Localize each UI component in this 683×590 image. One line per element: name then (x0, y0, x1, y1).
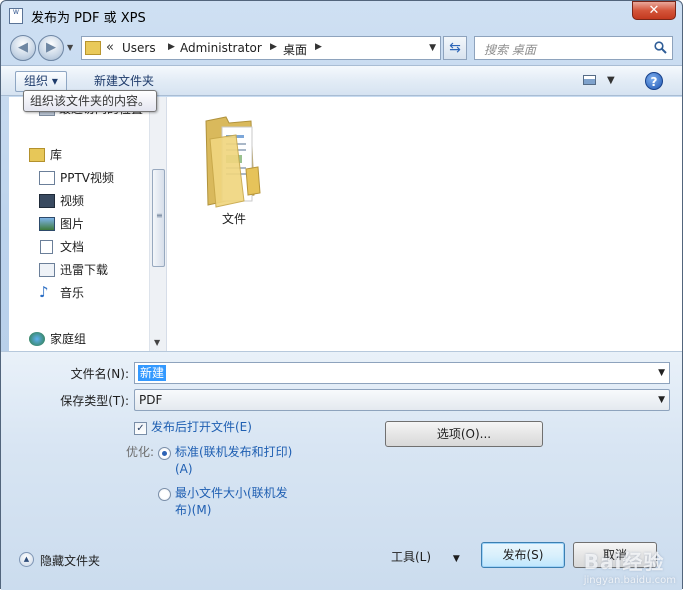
filetype-dropdown-icon[interactable]: ▼ (658, 395, 665, 405)
breadcrumb-separator-icon[interactable]: ▶ (168, 42, 175, 52)
filename-label: 文件名(N): (70, 367, 129, 381)
scroll-down-icon[interactable]: ▼ (154, 338, 160, 347)
homegroup-icon (29, 332, 45, 346)
options-button[interactable]: 选项(O)... (385, 421, 543, 447)
filetype-value: PDF (139, 393, 163, 407)
recent-pages-dropdown-icon[interactable]: ▼ (67, 43, 73, 52)
navigation-pane: 最近访问的位置 库 PPTV视频 视频 图片 文档 迅雷下载 ♪ 音乐 (9, 97, 167, 351)
filename-dropdown-icon[interactable]: ▼ (658, 368, 665, 378)
filename-field[interactable]: 新建 ▼ (134, 362, 670, 384)
watermark-url: jingyan.baidu.com (583, 575, 676, 586)
refresh-icon: ⇆ (449, 40, 461, 56)
sidebar-item-label: 库 (50, 148, 63, 162)
forward-button[interactable]: ▶ (38, 35, 64, 61)
organize-tooltip: 组织该文件夹的内容。 (23, 90, 158, 112)
file-item-folder[interactable]: 文件 (185, 105, 283, 226)
optimize-minimum-radio[interactable] (158, 488, 171, 501)
cancel-button[interactable]: 取消 (573, 542, 657, 568)
search-icon (654, 41, 667, 54)
pictures-icon (39, 217, 55, 231)
back-arrow-icon: ◀ (18, 40, 28, 55)
filetype-label: 保存类型(T): (60, 394, 129, 408)
optimize-standard-line2: (A) (175, 462, 193, 476)
music-icon: ♪ (39, 283, 49, 301)
navigation-bar: ◀ ▶ ▼ « Users ▶ Administrator ▶ 桌面 ▶ ▼ ⇆… (1, 31, 682, 65)
breadcrumb-separator-icon[interactable]: ▶ (315, 42, 322, 52)
sidebar-item-label: 家庭组 (50, 332, 87, 346)
address-bar[interactable]: « Users ▶ Administrator ▶ 桌面 ▶ ▼ (81, 36, 441, 60)
folder-icon (205, 116, 261, 208)
hide-folders-label: 隐藏文件夹 (40, 554, 101, 568)
change-view-button[interactable]: ▼ (583, 73, 617, 89)
optimize-standard-radio[interactable] (158, 447, 171, 460)
search-placeholder: 搜索 桌面 (484, 43, 536, 57)
grip-icon: ≡ (156, 211, 163, 220)
library-icon (29, 148, 45, 162)
tools-dropdown-icon: ▼ (452, 554, 460, 564)
optimize-minimum-label[interactable]: 最小文件大小(联机发 布)(M) (175, 485, 288, 519)
scrollbar-thumb[interactable]: ≡ (152, 169, 165, 267)
breadcrumb-separator-icon[interactable]: ▶ (270, 42, 277, 52)
view-dropdown-icon[interactable]: ▼ (607, 75, 615, 86)
save-dialog-window: W 发布为 PDF 或 XPS ✕ ◀ ▶ ▼ « Users ▶ Admini… (0, 0, 683, 590)
publish-button[interactable]: 发布(S) (481, 542, 565, 568)
close-button[interactable]: ✕ (632, 1, 676, 20)
breadcrumb-desktop[interactable]: 桌面 (283, 41, 307, 58)
open-after-publish-checkbox[interactable]: ✓ (134, 422, 147, 435)
optimize-minimum-line1: 最小文件大小(联机发 (175, 486, 288, 500)
navigation-pane-scrollbar[interactable]: ≡ ▼ (149, 97, 166, 351)
file-list-pane[interactable]: 文件 (167, 97, 682, 351)
back-button[interactable]: ◀ (10, 35, 36, 61)
tools-label: 工具(L) (391, 550, 432, 564)
video-icon (39, 194, 55, 208)
download-icon (39, 263, 55, 277)
sidebar-item-label: 图片 (60, 217, 85, 231)
optimize-standard-label[interactable]: 标准(联机发布和打印) (A) (175, 444, 292, 478)
tools-button[interactable]: 工具(L) ▼ (391, 548, 460, 565)
sidebar-item-label: 迅雷下载 (60, 263, 109, 277)
filetype-select[interactable]: PDF ▼ (134, 389, 670, 411)
folder-location-icon (85, 41, 101, 55)
new-folder-button[interactable]: 新建文件夹 (94, 72, 154, 91)
breadcrumb-users[interactable]: Users (122, 41, 156, 55)
refresh-button[interactable]: ⇆ (443, 36, 467, 60)
window-title: 发布为 PDF 或 XPS (31, 11, 146, 26)
help-button[interactable]: ? (645, 72, 663, 90)
filename-value[interactable]: 新建 (138, 365, 167, 381)
sidebar-item-label: 视频 (60, 194, 85, 208)
file-item-label: 文件 (221, 212, 246, 226)
word-app-icon: W (9, 8, 23, 24)
optimize-minimum-line2: 布)(M) (175, 503, 212, 517)
video-library-icon (39, 171, 55, 185)
documents-icon (40, 240, 53, 254)
address-dropdown-icon[interactable]: ▼ (429, 43, 436, 53)
title-bar: W 发布为 PDF 或 XPS ✕ (1, 1, 682, 31)
optimize-standard-line1: 标准(联机发布和打印) (175, 445, 293, 459)
search-input[interactable]: 搜索 桌面 (474, 36, 673, 60)
optimize-label: 优化: (126, 445, 155, 459)
save-options-area: 文件名(N): 新建 ▼ 保存类型(T): PDF ▼ ✓ 发布后打开文件(E)… (1, 351, 682, 590)
sidebar-item-label: PPTV视频 (60, 171, 115, 185)
view-icon (583, 75, 596, 85)
collapse-up-icon: ▲ (19, 552, 34, 567)
sidebar-item-label: 文档 (60, 240, 85, 254)
breadcrumb-administrator[interactable]: Administrator (180, 41, 262, 55)
sidebar-item-label: 音乐 (60, 286, 85, 300)
open-after-publish-label[interactable]: 发布后打开文件(E) (151, 419, 252, 436)
address-overflow[interactable]: « (106, 40, 114, 55)
organize-button[interactable]: 组织 ▾ (15, 71, 67, 92)
forward-arrow-icon: ▶ (46, 40, 56, 55)
